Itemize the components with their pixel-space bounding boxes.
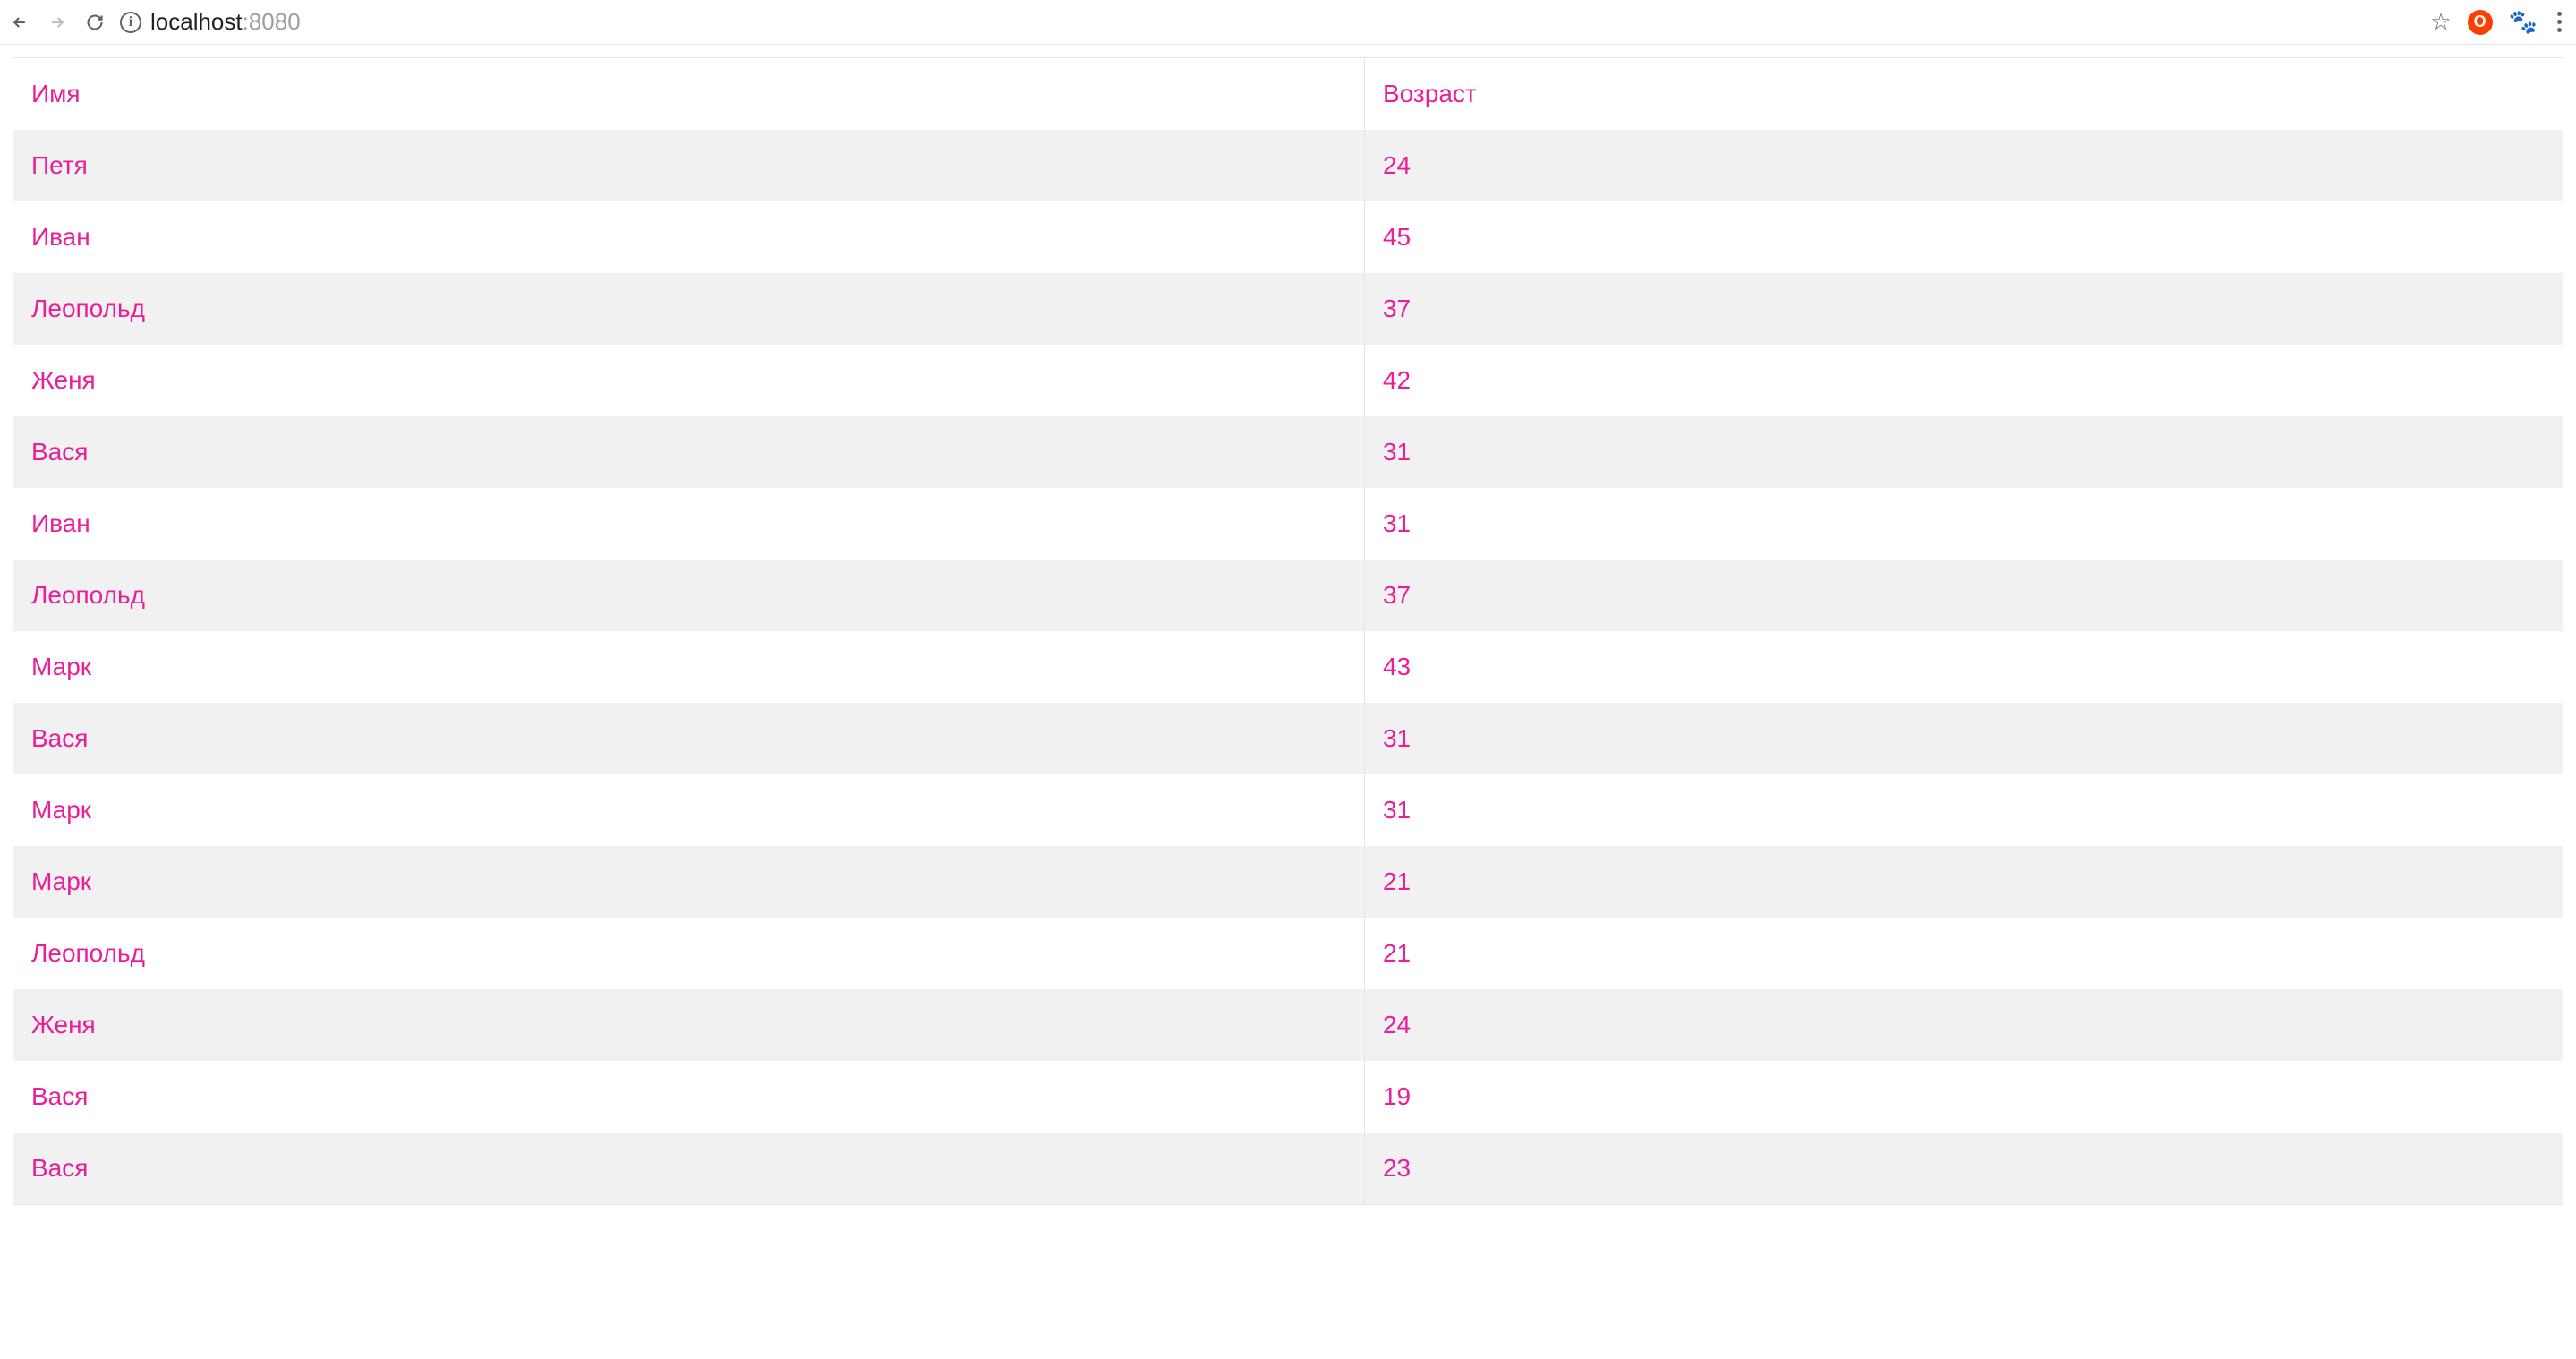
cell-age: 31 <box>1364 703 2563 774</box>
cell-age: 37 <box>1364 560 2563 631</box>
table-row: Вася19 <box>13 1061 2563 1132</box>
table-row: Леопольд21 <box>13 918 2563 989</box>
cell-age: 21 <box>1364 918 2563 989</box>
table-row: Вася31 <box>13 703 2563 774</box>
table-row: Леопольд37 <box>13 273 2563 345</box>
cell-name: Марк <box>13 631 1365 703</box>
cell-name: Вася <box>13 1132 1365 1205</box>
table-row: Марк21 <box>13 846 2563 918</box>
table-header-row: Имя Возраст <box>13 58 2563 131</box>
reload-button[interactable] <box>86 13 104 31</box>
cell-name: Петя <box>13 130 1365 201</box>
cell-age: 37 <box>1364 273 2563 345</box>
cell-name: Иван <box>13 201 1365 273</box>
site-info-icon[interactable]: i <box>120 12 141 33</box>
forward-button[interactable] <box>48 13 66 31</box>
cell-name: Вася <box>13 1061 1365 1132</box>
data-table: Имя Возраст Петя24Иван45Леопольд37Женя42… <box>13 57 2563 1205</box>
cell-name: Леопольд <box>13 560 1365 631</box>
cell-name: Марк <box>13 846 1365 918</box>
table-row: Марк31 <box>13 774 2563 846</box>
kebab-menu-icon[interactable] <box>2554 8 2565 36</box>
browser-toolbar: i localhost:8080 ☆ O 🐾 <box>0 0 2576 45</box>
cell-age: 31 <box>1364 774 2563 846</box>
cell-age: 42 <box>1364 345 2563 416</box>
cell-age: 31 <box>1364 488 2563 560</box>
column-header-age: Возраст <box>1364 58 2563 131</box>
cell-name: Леопольд <box>13 918 1365 989</box>
cell-age: 23 <box>1364 1132 2563 1205</box>
table-row: Женя42 <box>13 345 2563 416</box>
cell-name: Леопольд <box>13 273 1365 345</box>
cell-age: 43 <box>1364 631 2563 703</box>
nav-buttons <box>11 13 104 31</box>
extension-paw-icon[interactable]: 🐾 <box>2509 8 2538 36</box>
cell-name: Женя <box>13 345 1365 416</box>
cell-name: Вася <box>13 416 1365 488</box>
page-content: Имя Возраст Петя24Иван45Леопольд37Женя42… <box>0 45 2576 1218</box>
cell-age: 19 <box>1364 1061 2563 1132</box>
cell-age: 21 <box>1364 846 2563 918</box>
url-port: :8080 <box>243 8 301 35</box>
table-row: Вася31 <box>13 416 2563 488</box>
table-row: Иван31 <box>13 488 2563 560</box>
toolbar-right: ☆ O 🐾 <box>2430 8 2565 36</box>
table-row: Леопольд37 <box>13 560 2563 631</box>
cell-age: 45 <box>1364 201 2563 273</box>
column-header-name: Имя <box>13 58 1365 131</box>
cell-name: Иван <box>13 488 1365 560</box>
cell-name: Женя <box>13 989 1365 1061</box>
table-row: Иван45 <box>13 201 2563 273</box>
bookmark-star-icon[interactable]: ☆ <box>2430 8 2451 36</box>
table-row: Женя24 <box>13 989 2563 1061</box>
table-row: Марк43 <box>13 631 2563 703</box>
cell-name: Марк <box>13 774 1365 846</box>
cell-name: Вася <box>13 703 1365 774</box>
table-row: Петя24 <box>13 130 2563 201</box>
table-row: Вася23 <box>13 1132 2563 1205</box>
url-display: localhost:8080 <box>150 8 301 36</box>
cell-age: 24 <box>1364 130 2563 201</box>
cell-age: 24 <box>1364 989 2563 1061</box>
url-host: localhost <box>150 8 243 35</box>
cell-age: 31 <box>1364 416 2563 488</box>
back-button[interactable] <box>11 13 29 31</box>
address-bar[interactable]: i localhost:8080 <box>120 8 2414 36</box>
table-body: Петя24Иван45Леопольд37Женя42Вася31Иван31… <box>13 130 2563 1205</box>
extension-opera-icon[interactable]: O <box>2468 10 2493 35</box>
